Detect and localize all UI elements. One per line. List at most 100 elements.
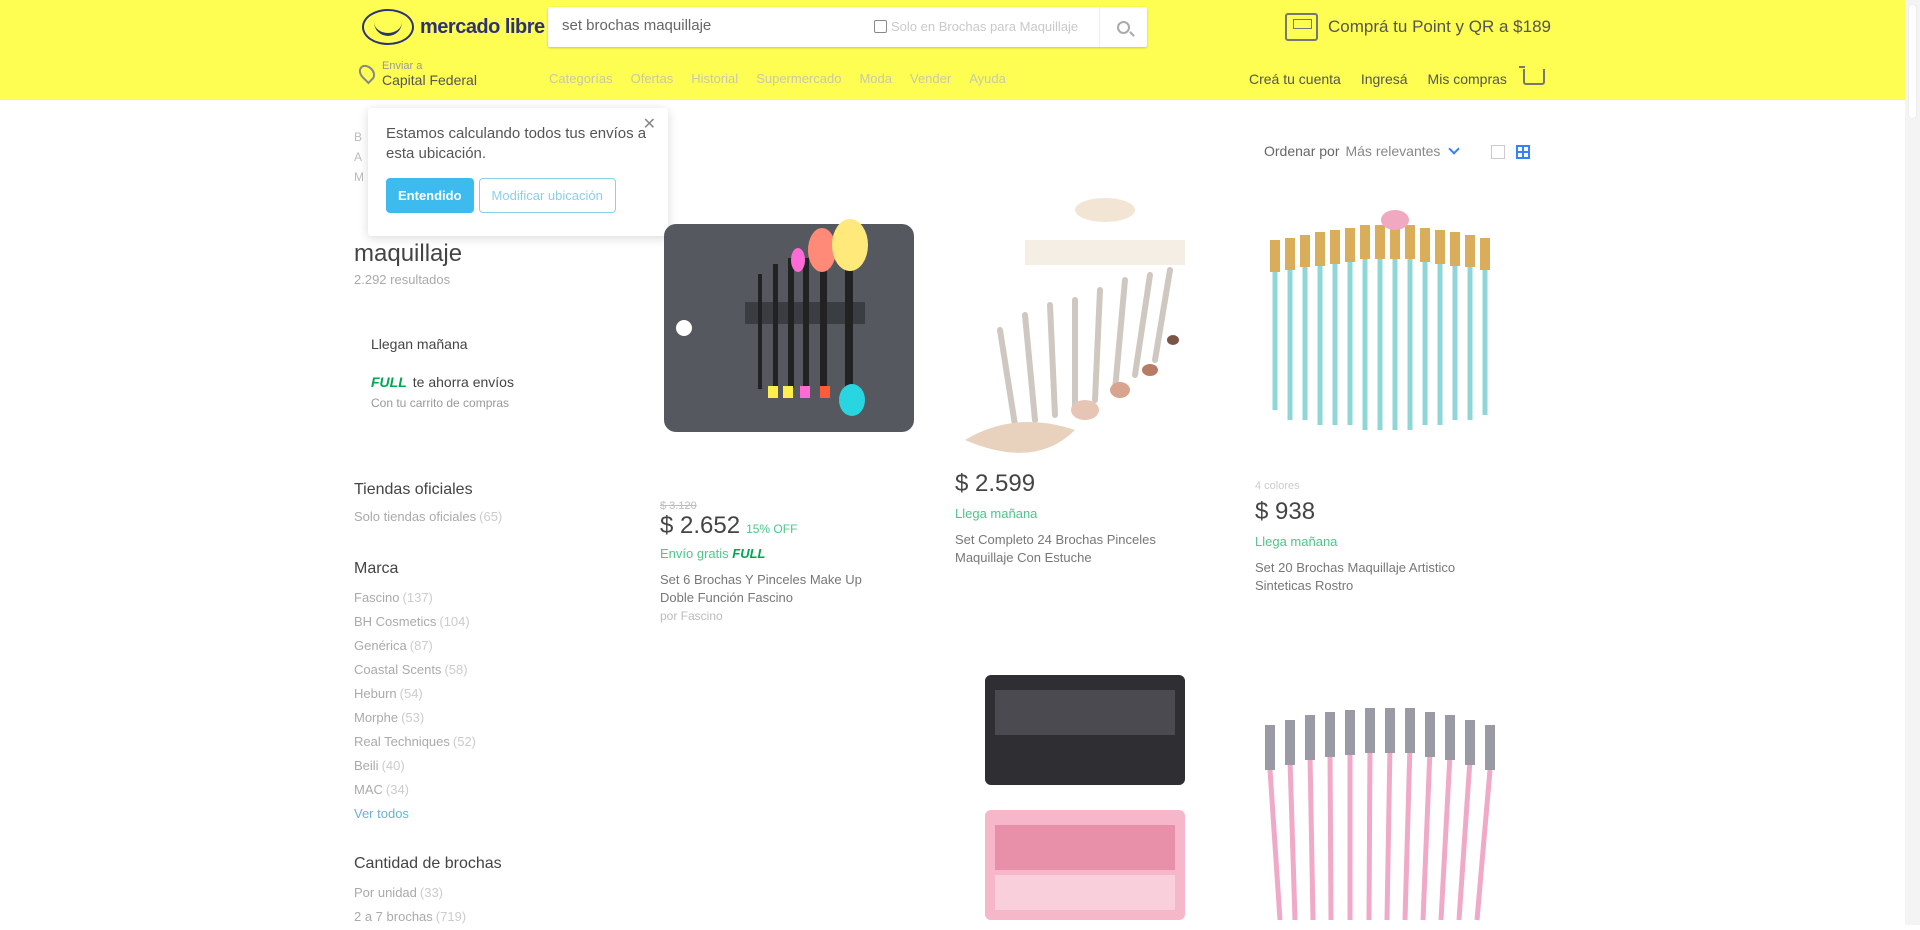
colors-count: 4 colores	[1255, 480, 1300, 492]
brand-item[interactable]: Heburn (54)	[354, 682, 476, 706]
nav-moda[interactable]: Moda	[859, 71, 892, 86]
results-count: 2.292 resultados	[354, 272, 451, 287]
product-old-price: $ 3.120	[660, 500, 697, 512]
understood-button[interactable]: Entendido	[386, 178, 474, 213]
search-button[interactable]	[1099, 7, 1147, 47]
filter-label: Coastal Scents	[354, 662, 442, 677]
product-card[interactable]: 4 colores $ 938 Llega mañana Set 20 Broc…	[1255, 210, 1515, 595]
filter-count: (719)	[435, 909, 467, 924]
product-image[interactable]	[660, 210, 920, 460]
nav-ayuda[interactable]: Ayuda	[969, 71, 1006, 86]
filter-label: Real Techniques	[354, 734, 450, 749]
product-title[interactable]: Set 6 Brochas Y Pinceles Make Up Doble F…	[660, 571, 890, 607]
product-card[interactable]	[1255, 700, 1515, 925]
account-nav: Creá tu cuenta Ingresá Mis compras	[1249, 71, 1527, 87]
quantity-filter: Cantidad de brochas Por unidad (33) 2 a 7…	[354, 855, 502, 929]
product-image[interactable]	[1255, 210, 1515, 460]
filter-full[interactable]: FULL te ahorra envíos	[354, 370, 554, 390]
grid-view-icon[interactable]	[1516, 145, 1530, 159]
full-subtext: Con tu carrito de compras	[371, 396, 510, 410]
location-pin-icon	[355, 61, 379, 85]
filter-count: (33)	[419, 885, 444, 900]
product-image[interactable]	[1255, 700, 1515, 925]
brand-filter: Marca Fascino (137) BH Cosmetics (104) Gen…	[354, 560, 476, 826]
brand-item[interactable]: Genérica (87)	[354, 634, 476, 658]
list-view-icon[interactable]	[1491, 145, 1505, 159]
filter-label: Fascino	[354, 590, 400, 605]
nav-vender[interactable]: Vender	[910, 71, 951, 86]
delivery-tomorrow: Llega mañana	[1255, 534, 1338, 549]
brand-item[interactable]: Beili (40)	[354, 754, 476, 778]
filter-count: (54)	[399, 686, 423, 701]
full-badge: FULL	[371, 374, 407, 390]
filter-count: (104)	[439, 614, 470, 629]
filter-label: Genérica	[354, 638, 407, 653]
handshake-icon	[362, 9, 414, 45]
login-link[interactable]: Ingresá	[1361, 71, 1408, 87]
create-account-link[interactable]: Creá tu cuenta	[1249, 71, 1341, 87]
product-price: $ 2.652	[660, 512, 741, 539]
cart-icon[interactable]	[1519, 66, 1545, 85]
filter-title: Marca	[354, 560, 399, 577]
header: mercado libre Solo en Brochas para Maqui…	[0, 0, 1905, 100]
search-input[interactable]	[562, 17, 862, 34]
scrollbar-thumb[interactable]	[1908, 4, 1917, 119]
location-selector[interactable]: Enviar a Capital Federal	[355, 60, 477, 88]
shipping-filters: Llegan mañana FULL te ahorra envíos Con …	[354, 318, 554, 416]
brand-item[interactable]: Fascino (137)	[354, 586, 476, 610]
filter-official-only[interactable]: Solo tiendas oficiales (65)	[354, 505, 502, 529]
product-card[interactable]	[975, 670, 1235, 925]
product-image[interactable]	[975, 670, 1235, 925]
search-scope[interactable]: Solo en Brochas para Maquillaje	[874, 19, 1078, 34]
filter-label: Beili	[354, 758, 379, 773]
point-device-icon	[1285, 13, 1318, 41]
quantity-item[interactable]: 2 a 7 brochas (719)	[354, 905, 502, 929]
sort-control[interactable]: Ordenar por Más relevantes	[1264, 143, 1461, 159]
product-title[interactable]: Set Completo 24 Brochas Pinceles Maquill…	[955, 531, 1185, 567]
see-all-brands-link[interactable]: Ver todos	[354, 802, 476, 826]
product-card[interactable]: $ 3.120 $ 2.652 15% OFF Envío gratis FULL…	[660, 210, 920, 623]
filter-title: Cantidad de brochas	[354, 855, 502, 872]
product-title[interactable]: Set 20 Brochas Maquillaje Artistico Sint…	[1255, 559, 1485, 595]
location-label: Enviar a	[382, 60, 423, 72]
filter-count: (58)	[444, 662, 468, 677]
nav-ofertas[interactable]: Ofertas	[631, 71, 674, 86]
free-shipping-text: Envío gratis	[660, 546, 729, 561]
nav-historial[interactable]: Historial	[691, 71, 738, 86]
shipping-label: Envío gratis FULL	[660, 546, 920, 561]
brand-item[interactable]: BH Cosmetics (104)	[354, 610, 476, 634]
quantity-item[interactable]: Por unidad (33)	[354, 881, 502, 905]
filter-label: Heburn	[354, 686, 397, 701]
product-price: $ 2.599	[955, 470, 1036, 497]
mercadolibre-logo[interactable]: mercado libre	[362, 9, 545, 45]
brand-item[interactable]: Coastal Scents (58)	[354, 658, 476, 682]
scope-checkbox[interactable]	[874, 20, 887, 33]
scrollbar[interactable]	[1905, 0, 1920, 925]
brand-item[interactable]: Real Techniques (52)	[354, 730, 476, 754]
filter-count: (53)	[401, 710, 425, 725]
location-popup: ✕ Estamos calculando todos tus envíos a …	[368, 108, 668, 236]
sort-value: Más relevantes	[1345, 143, 1441, 159]
brand-item[interactable]: MAC (34)	[354, 778, 476, 802]
filter-label: Solo tiendas oficiales	[354, 509, 477, 524]
product-image[interactable]	[955, 190, 1215, 453]
main-nav: Categorías Ofertas Historial Supermercad…	[549, 71, 1024, 86]
page-title: maquillaje	[354, 240, 463, 267]
promo-banner[interactable]: Comprá tu Point y QR a $189	[1285, 13, 1551, 41]
brand-item[interactable]: Morphe (53)	[354, 706, 476, 730]
product-card[interactable]: $ 2.599 Llega mañana Set Completo 24 Bro…	[955, 190, 1215, 567]
nav-supermercado[interactable]: Supermercado	[756, 71, 841, 86]
nav-categorias[interactable]: Categorías	[549, 71, 613, 86]
sort-label: Ordenar por	[1264, 143, 1340, 159]
filter-title: Tiendas oficiales	[354, 481, 473, 498]
my-purchases-link[interactable]: Mis compras	[1428, 71, 1507, 87]
close-icon[interactable]: ✕	[643, 114, 656, 134]
filter-count: (87)	[409, 638, 433, 653]
chevron-down-icon	[1448, 143, 1461, 155]
filter-ship-tomorrow[interactable]: Llegan mañana	[354, 318, 554, 370]
official-stores-filter: Tiendas oficiales Solo tiendas oficiales…	[354, 481, 502, 529]
filter-count: (65)	[479, 509, 503, 524]
delivery-tomorrow: Llega mañana	[955, 506, 1038, 521]
scope-label: Solo en Brochas para Maquillaje	[891, 19, 1079, 34]
modify-location-button[interactable]: Modificar ubicación	[478, 178, 616, 213]
